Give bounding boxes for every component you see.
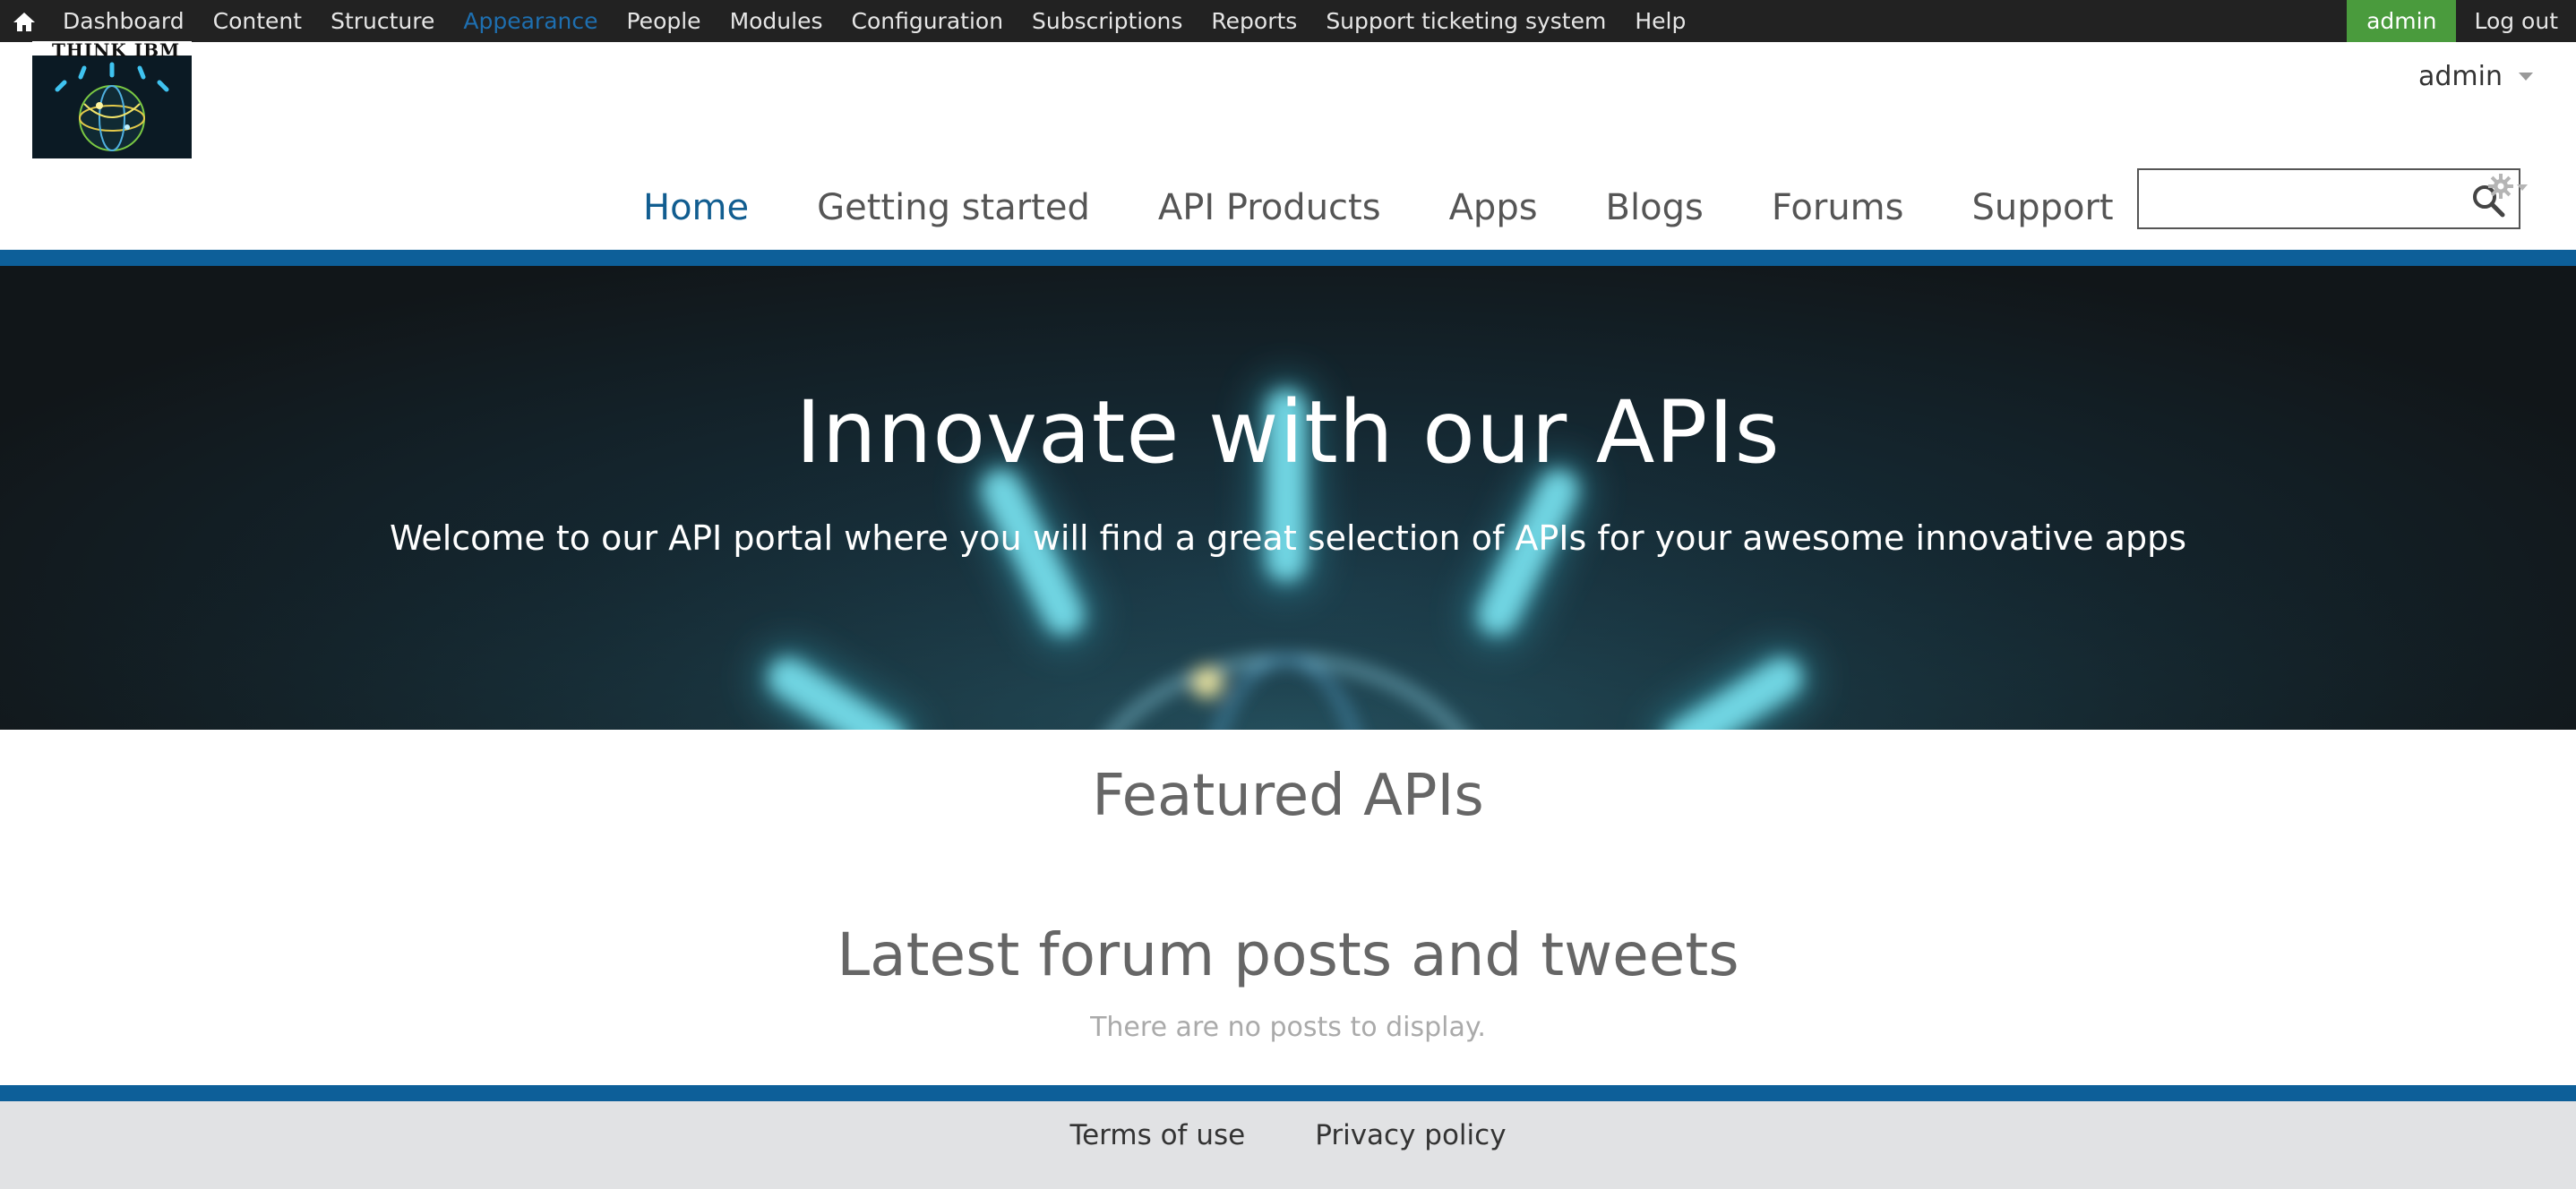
hero-banner: Innovate with our APIs Welcome to our AP… <box>0 266 2576 730</box>
contextual-links-gear-icon[interactable] <box>2483 172 2531 208</box>
search-box <box>2137 168 2520 229</box>
admin-menu-help[interactable]: Help <box>1620 0 1700 42</box>
home-icon[interactable] <box>0 0 48 42</box>
footer-links: Terms of use Privacy policy <box>0 1101 2576 1169</box>
logo-text: THINK IBM <box>52 39 181 61</box>
admin-menu-configuration[interactable]: Configuration <box>837 0 1018 42</box>
nav-item-getting-started[interactable]: Getting started <box>783 179 1124 236</box>
admin-menu-modules[interactable]: Modules <box>716 0 837 42</box>
admin-menu-appearance[interactable]: Appearance <box>449 0 612 42</box>
user-menu[interactable]: admin <box>2418 61 2533 92</box>
admin-menu-support-ticketing[interactable]: Support ticketing system <box>1311 0 1620 42</box>
user-menu-label: admin <box>2418 61 2503 92</box>
main-navigation: Home Getting started API Products Apps B… <box>609 179 2148 236</box>
nav-item-blogs[interactable]: Blogs <box>1572 179 1738 236</box>
admin-user-link[interactable]: admin <box>2347 0 2457 42</box>
footer-accent-bar <box>0 1085 2576 1101</box>
footer-link-privacy[interactable]: Privacy policy <box>1315 1119 1506 1151</box>
nav-item-forums[interactable]: Forums <box>1738 179 1938 236</box>
hero-background-image <box>0 266 2576 730</box>
logout-link[interactable]: Log out <box>2456 0 2576 42</box>
admin-menu-subscriptions[interactable]: Subscriptions <box>1018 0 1197 42</box>
forum-posts-heading: Latest forum posts and tweets <box>837 920 1739 989</box>
nav-item-apps[interactable]: Apps <box>1415 179 1572 236</box>
admin-menu-reports[interactable]: Reports <box>1197 0 1311 42</box>
admin-toolbar-user-area: admin Log out <box>2347 0 2576 42</box>
admin-menu-people[interactable]: People <box>613 0 716 42</box>
site-logo[interactable]: THINK IBM <box>32 39 192 158</box>
hero-subtitle: Welcome to our API portal where you will… <box>389 518 2186 558</box>
admin-menu-structure[interactable]: Structure <box>316 0 449 42</box>
admin-menu-content[interactable]: Content <box>199 0 316 42</box>
featured-apis-heading: Featured APIs <box>1092 763 1484 829</box>
admin-toolbar: Dashboard Content Structure Appearance P… <box>0 0 2576 42</box>
admin-menu-dashboard[interactable]: Dashboard <box>48 0 199 42</box>
nav-item-api-products[interactable]: API Products <box>1124 179 1415 236</box>
header-accent-bar <box>0 250 2576 266</box>
site-footer: Terms of use Privacy policy <box>0 1101 2576 1189</box>
nav-item-home[interactable]: Home <box>609 179 783 236</box>
chevron-down-icon <box>2519 73 2533 81</box>
search-input[interactable] <box>2146 172 2454 227</box>
forum-empty-message: There are no posts to display. <box>1090 1012 1486 1043</box>
hero-title: Innovate with our APIs <box>795 382 1781 483</box>
footer-link-terms[interactable]: Terms of use <box>1069 1119 1245 1151</box>
nav-item-support[interactable]: Support <box>1937 179 2147 236</box>
admin-menu: Dashboard Content Structure Appearance P… <box>48 0 1700 42</box>
